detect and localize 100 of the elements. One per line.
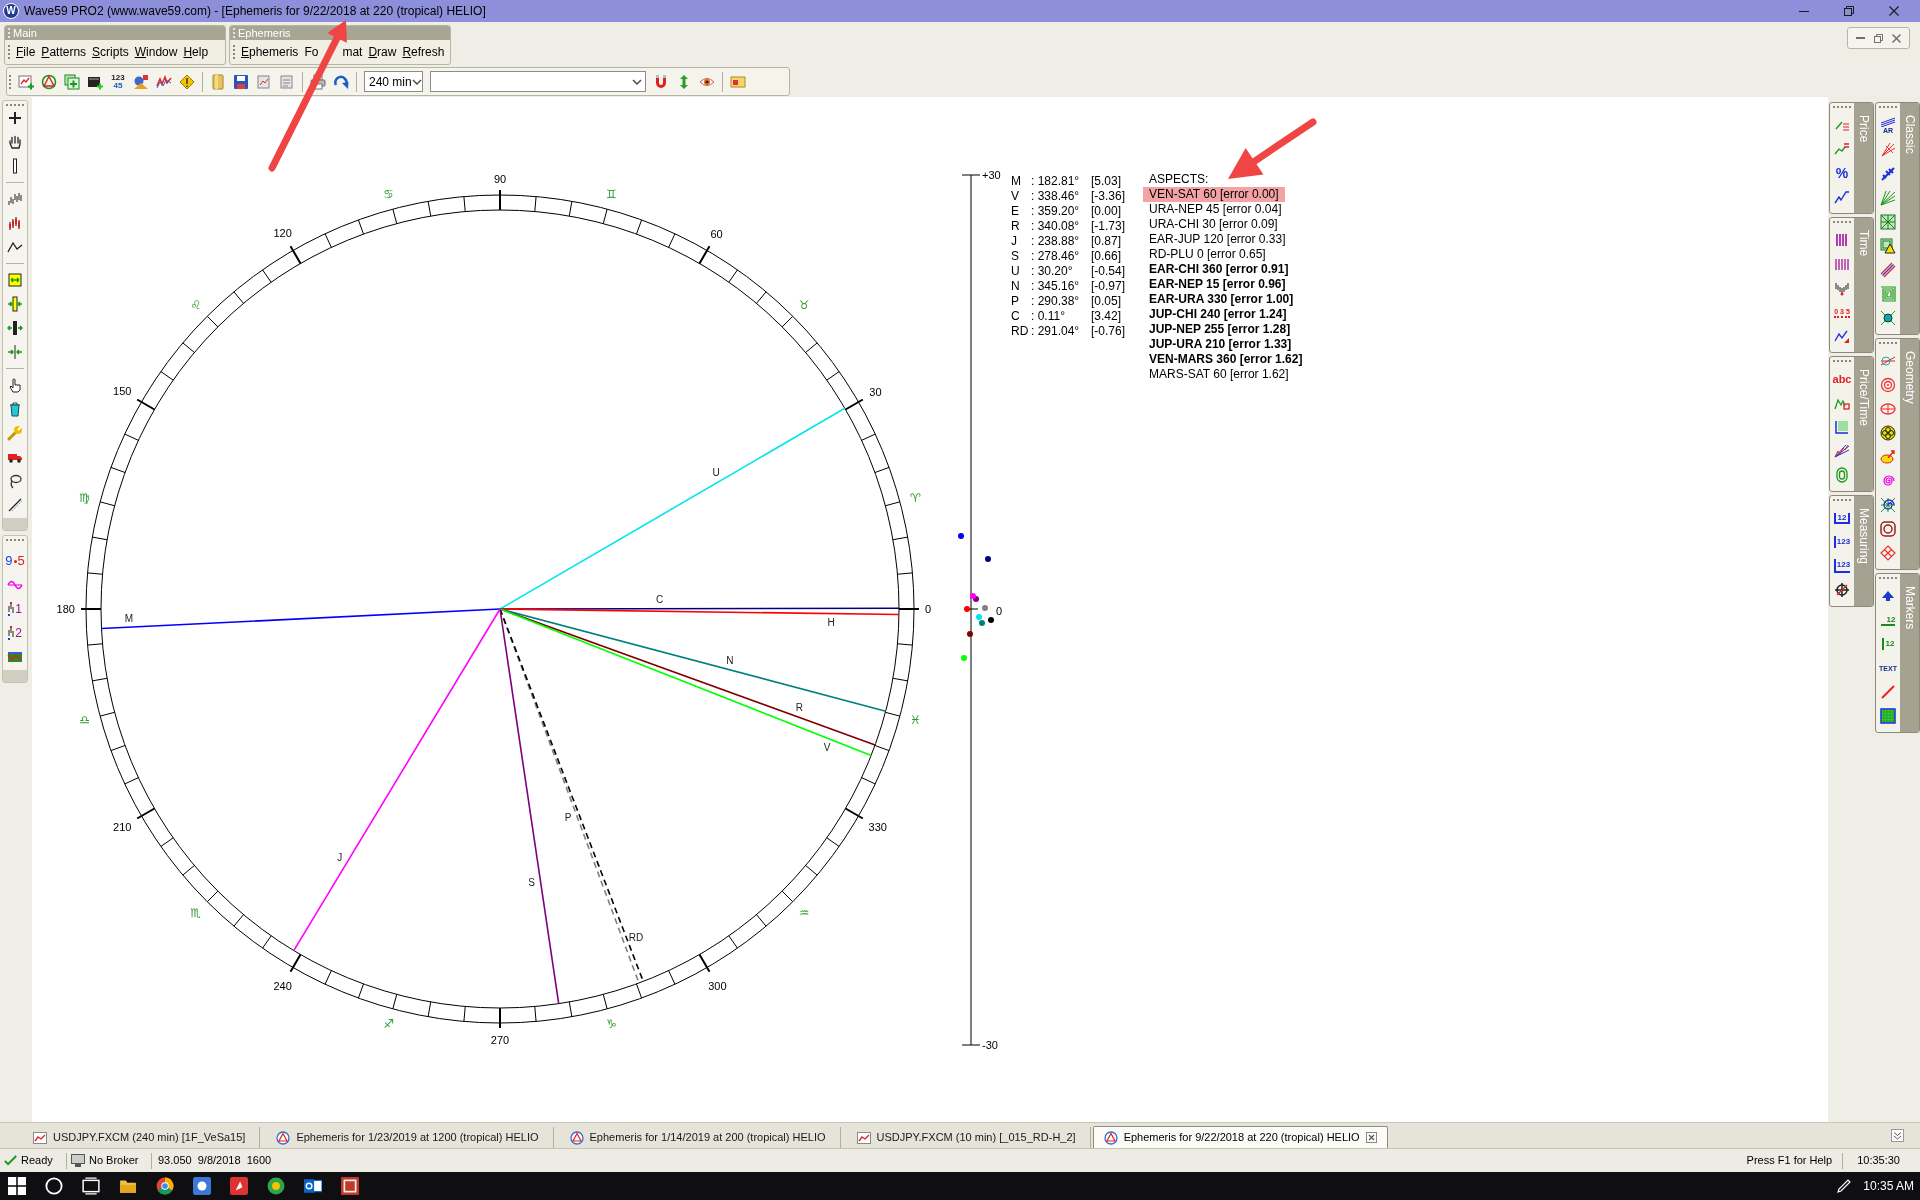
landscape-chart-icon[interactable]	[7, 649, 23, 665]
zigzag-line-icon[interactable]	[1834, 189, 1850, 205]
grip-handle[interactable]	[1879, 577, 1897, 579]
grip-handle[interactable]	[1833, 360, 1851, 362]
document-chart-icon[interactable]	[256, 73, 272, 90]
vertical-lines-icon[interactable]	[1834, 256, 1850, 272]
chevron-down-icon[interactable]	[1891, 1129, 1904, 1142]
lasso-icon[interactable]	[7, 473, 23, 489]
spread-icon[interactable]	[7, 320, 23, 336]
pitchfork-icon[interactable]	[1880, 142, 1896, 158]
round-app-icon[interactable]	[267, 1177, 285, 1195]
grip-handle[interactable]	[1833, 221, 1851, 223]
fan-lines-icon[interactable]	[1834, 443, 1850, 459]
stacked-windows-icon[interactable]	[82, 1177, 100, 1195]
angle-measure-button[interactable]: 123	[1833, 559, 1851, 573]
printer-icon[interactable]	[310, 73, 326, 90]
grid-x-icon[interactable]	[1880, 214, 1896, 230]
menu-item[interactable]: Fo	[304, 45, 319, 59]
bar-chart-icon[interactable]	[7, 191, 23, 207]
restore-icon[interactable]	[1844, 6, 1854, 16]
document-tab[interactable]: Ephemeris for 9/22/2018 at 220 (tropical) HELIO	[1092, 1126, 1388, 1148]
diagonal-line-icon[interactable]	[7, 497, 23, 513]
pointer-icon[interactable]	[7, 377, 23, 393]
crosshair-icon[interactable]	[7, 110, 23, 126]
time-marker-button[interactable]: 12	[1881, 638, 1895, 650]
grip-handle[interactable]	[1833, 106, 1851, 108]
grip-handle[interactable]	[233, 45, 235, 59]
price-marker-button[interactable]: 12	[1880, 614, 1896, 626]
price-measure-button[interactable]: 12	[1833, 512, 1851, 524]
zigzag-triangle-icon[interactable]	[1834, 328, 1850, 344]
warning-icon[interactable]	[179, 73, 195, 90]
grip-handle[interactable]	[8, 28, 10, 38]
flower-circle-icon[interactable]	[1880, 425, 1896, 441]
grip-handle[interactable]	[1879, 342, 1897, 344]
rounded-rings-icon[interactable]	[1834, 467, 1850, 483]
crosshair-circle-icon[interactable]	[1834, 582, 1850, 598]
square-app-icon[interactable]	[230, 1177, 248, 1195]
grip-handle[interactable]	[1833, 499, 1851, 501]
grip-handle[interactable]	[233, 28, 235, 38]
menu-item[interactable]: Help	[183, 45, 209, 59]
compress-icon[interactable]	[7, 296, 23, 312]
window-plus-icon[interactable]	[64, 73, 80, 90]
menu-item[interactable]: mat	[342, 45, 363, 59]
target-icon[interactable]	[1880, 377, 1896, 393]
pivot-button[interactable]: 2	[8, 626, 22, 640]
globe-chart-icon[interactable]	[133, 73, 149, 90]
ellipse-cross-icon[interactable]	[1880, 401, 1896, 417]
chevron-down-icon[interactable]	[411, 78, 422, 85]
menu-item[interactable]: Ephemeris	[241, 45, 299, 59]
square-app-icon[interactable]	[193, 1177, 211, 1195]
grid-box-icon[interactable]	[1834, 419, 1850, 435]
converge-icon[interactable]	[7, 344, 23, 360]
menu-item[interactable]: Scripts	[92, 45, 129, 59]
trash-icon[interactable]	[7, 401, 23, 417]
diamond-cross-icon[interactable]	[1880, 545, 1896, 561]
window-panes-icon[interactable]	[8, 1177, 26, 1195]
hand-icon[interactable]	[7, 134, 23, 150]
trend-lines-icon[interactable]	[1834, 141, 1850, 157]
ladder-line-icon[interactable]	[1880, 166, 1896, 182]
chevron-down-icon[interactable]	[632, 78, 642, 85]
expand-icon[interactable]	[7, 272, 23, 288]
time-measure-button[interactable]: 123	[1833, 536, 1851, 548]
menu-item[interactable]: Window	[134, 45, 178, 59]
cycle-bars-icon[interactable]	[1834, 280, 1850, 296]
interval-select[interactable]: 240 min	[364, 71, 423, 92]
restore-icon[interactable]	[1874, 33, 1883, 43]
spiral-cross-icon[interactable]	[1880, 497, 1896, 513]
circle-triangle-icon[interactable]	[41, 73, 57, 90]
percent-button[interactable]: %	[1835, 165, 1849, 181]
minimize-icon[interactable]	[1799, 10, 1809, 12]
grip-handle[interactable]	[9, 74, 11, 89]
close-icon[interactable]	[1889, 6, 1899, 16]
close-icon[interactable]	[1891, 33, 1901, 43]
vertical-lines-icon[interactable]	[1834, 232, 1850, 248]
numbers-button[interactable]: 123 45	[110, 73, 126, 90]
save-icon[interactable]	[233, 73, 249, 90]
ring-square-icon[interactable]	[1880, 521, 1896, 537]
close-icon[interactable]	[1365, 1132, 1377, 1143]
magnet-icon[interactable]	[653, 73, 669, 90]
grip-handle[interactable]	[6, 104, 24, 106]
menu-item[interactable]: File	[16, 45, 36, 59]
grip-handle[interactable]	[1879, 106, 1897, 108]
square-app-icon[interactable]	[341, 1177, 359, 1195]
ball-cross-icon[interactable]	[1880, 310, 1896, 326]
grip-handle[interactable]	[6, 539, 24, 541]
folder-icon[interactable]	[119, 1177, 137, 1195]
pen-icon[interactable]	[1836, 1178, 1853, 1194]
grid-square-icon[interactable]	[1880, 708, 1896, 724]
round-app-icon[interactable]	[156, 1177, 174, 1195]
fan-icon[interactable]	[1880, 190, 1896, 206]
spiral-icon[interactable]	[1880, 473, 1896, 489]
arc-lines-icon[interactable]	[1880, 353, 1896, 369]
parallel-lines-icon[interactable]	[1880, 262, 1896, 278]
window-icon[interactable]	[730, 73, 746, 90]
search-icon[interactable]	[45, 1177, 63, 1195]
menu-item[interactable]: Draw	[368, 45, 397, 59]
envelope-app-icon[interactable]	[304, 1177, 322, 1195]
minimize-icon[interactable]	[1856, 37, 1866, 39]
text-label-button[interactable]: abc	[1832, 372, 1852, 386]
decimal-button[interactable]: 9 5	[5, 553, 25, 569]
